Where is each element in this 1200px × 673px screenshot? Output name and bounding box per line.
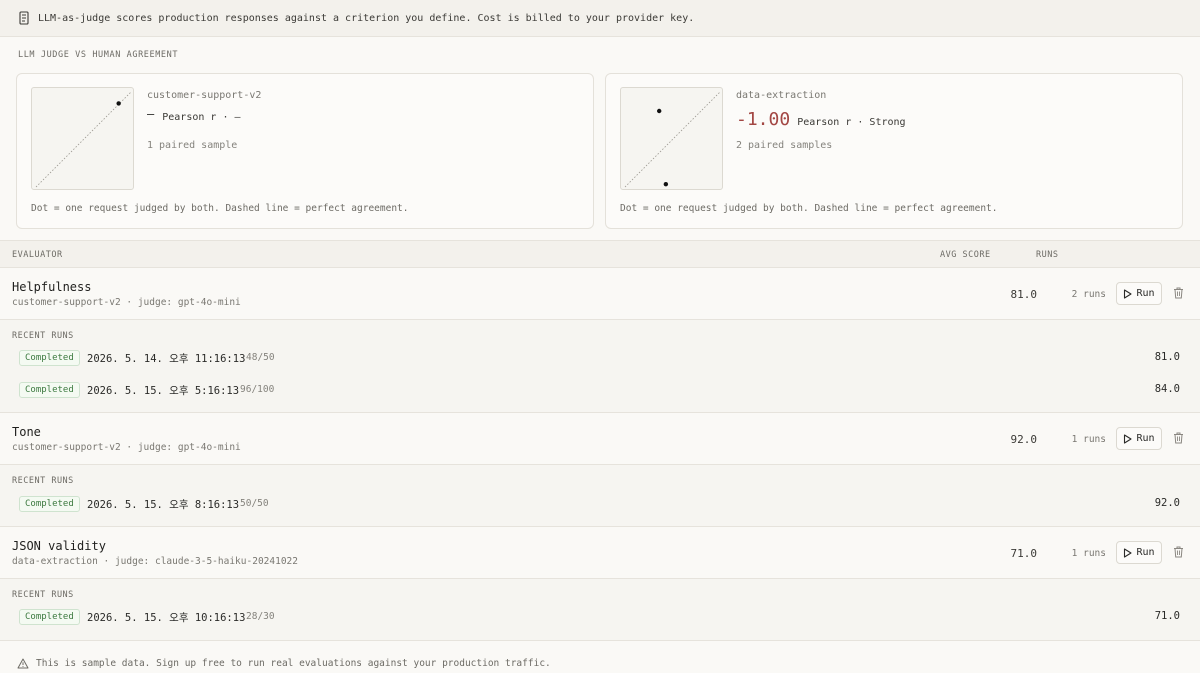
recent-runs-json-validity: RECENT RUNS Completed 2026. 5. 15. 오후 10… — [0, 579, 1200, 641]
perfect-agreement-line — [35, 91, 132, 188]
recent-runs-helpfulness: RECENT RUNS Completed 2026. 5. 14. 오후 11… — [0, 320, 1200, 413]
column-evaluator: EVALUATOR — [12, 250, 63, 260]
warning-icon — [17, 658, 29, 669]
banner-text: LLM-as-judge scores production responses… — [38, 12, 695, 24]
evaluator-table-header: EVALUATOR AVG SCORE RUNS — [0, 240, 1200, 268]
plot-caption: Dot = one request judged by both. Dashed… — [620, 203, 998, 214]
play-icon — [1123, 433, 1133, 444]
agreement-point — [657, 108, 662, 114]
run-date: 2026. 5. 15. 오후 5:16:13 — [87, 385, 240, 397]
scatter-svg — [35, 91, 132, 188]
run-date: 2026. 5. 14. 오후 11:16:13 — [87, 353, 246, 365]
footer-text: This is sample data. Sign up free to run… — [36, 657, 551, 669]
run-fraction: 50/50 — [240, 498, 269, 509]
status-badge: Completed — [19, 350, 80, 366]
run-button-label: Run — [1136, 433, 1155, 444]
avg-score: 71.0 — [1010, 547, 1038, 560]
recent-runs-label: RECENT RUNS — [12, 331, 74, 341]
evaluator-row-tone[interactable]: Tone customer-support-v2 · judge: gpt-4o… — [0, 413, 1200, 465]
evaluator-meta: customer-support-v2 · judge: gpt-4o-mini — [12, 297, 241, 308]
column-avg-score: AVG SCORE — [940, 250, 991, 260]
run-item[interactable]: Completed 2026. 5. 15. 오후 5:16:13 96/100… — [0, 380, 1200, 400]
status-badge: Completed — [19, 609, 80, 625]
status-badge: Completed — [19, 382, 80, 398]
paired-samples-count: 2 paired samples — [736, 140, 833, 151]
run-fraction: 28/30 — [246, 611, 275, 622]
run-button-label: Run — [1136, 547, 1155, 558]
perfect-agreement-line — [624, 91, 721, 188]
scatter-svg — [624, 91, 721, 188]
run-button-label: Run — [1136, 288, 1155, 299]
correlation-label: Pearson r · – — [162, 112, 241, 123]
run-fraction: 48/50 — [246, 352, 275, 363]
run-item[interactable]: Completed 2026. 5. 14. 오후 11:16:13 48/50… — [0, 348, 1200, 368]
play-icon — [1123, 547, 1133, 558]
correlation-row: — Pearson r · – — [147, 107, 241, 123]
agreement-scatter-plot — [31, 87, 134, 190]
card-evaluator-name: customer-support-v2 — [147, 90, 262, 101]
evaluator-name: JSON validity — [12, 539, 106, 553]
runs-count: 1 runs — [1071, 434, 1106, 445]
agreement-card-data-extraction: data-extraction -1.00 Pearson r · Strong… — [605, 73, 1183, 229]
run-button[interactable]: Run — [1116, 282, 1162, 305]
play-icon — [1123, 288, 1133, 299]
run-date: 2026. 5. 15. 오후 8:16:13 — [87, 499, 240, 511]
avg-score: 81.0 — [1010, 288, 1038, 301]
runs-count: 2 runs — [1071, 289, 1106, 300]
run-button[interactable]: Run — [1116, 541, 1162, 564]
run-item[interactable]: Completed 2026. 5. 15. 오후 8:16:13 50/50 … — [0, 494, 1200, 514]
correlation-row: -1.00 Pearson r · Strong — [736, 109, 906, 130]
recent-runs-label: RECENT RUNS — [12, 476, 74, 486]
agreement-point — [116, 101, 121, 106]
paired-samples-count: 1 paired sample — [147, 140, 238, 151]
trash-icon[interactable] — [1173, 546, 1184, 558]
status-badge: Completed — [19, 496, 80, 512]
avg-score: 92.0 — [1010, 433, 1038, 446]
column-runs: RUNS — [1036, 250, 1059, 260]
recent-runs-label: RECENT RUNS — [12, 590, 74, 600]
evaluator-meta: customer-support-v2 · judge: gpt-4o-mini — [12, 442, 241, 453]
run-date: 2026. 5. 15. 오후 10:16:13 — [87, 612, 246, 624]
correlation-label: Pearson r · Strong — [797, 117, 906, 128]
sample-data-notice: This is sample data. Sign up free to run… — [0, 653, 1200, 673]
agreement-scatter-plot — [620, 87, 723, 190]
info-banner: LLM-as-judge scores production responses… — [0, 0, 1200, 37]
evaluator-row-json-validity[interactable]: JSON validity data-extraction · judge: c… — [0, 527, 1200, 579]
run-score: 84.0 — [1154, 383, 1180, 395]
evaluator-meta: data-extraction · judge: claude-3-5-haik… — [12, 556, 298, 567]
correlation-value: — — [147, 107, 155, 121]
evaluator-row-helpfulness[interactable]: Helpfulness customer-support-v2 · judge:… — [0, 268, 1200, 320]
run-score: 92.0 — [1154, 497, 1180, 509]
trash-icon[interactable] — [1173, 287, 1184, 299]
correlation-value: -1.00 — [736, 109, 791, 130]
agreement-section-label: LLM JUDGE VS HUMAN AGREEMENT — [18, 50, 179, 60]
run-score: 71.0 — [1154, 610, 1180, 622]
agreement-point — [663, 181, 669, 187]
recent-runs-tone: RECENT RUNS Completed 2026. 5. 15. 오후 8:… — [0, 465, 1200, 527]
run-score: 81.0 — [1154, 351, 1180, 363]
run-button[interactable]: Run — [1116, 427, 1162, 450]
runs-count: 1 runs — [1071, 548, 1106, 559]
card-evaluator-name: data-extraction — [736, 90, 827, 101]
run-item[interactable]: Completed 2026. 5. 15. 오후 10:16:13 28/30… — [0, 607, 1200, 627]
evaluator-name: Helpfulness — [12, 280, 92, 294]
run-fraction: 96/100 — [240, 384, 275, 395]
agreement-card-customer-support: customer-support-v2 — Pearson r · – 1 pa… — [16, 73, 594, 229]
evaluator-name: Tone — [12, 425, 41, 439]
plot-caption: Dot = one request judged by both. Dashed… — [31, 203, 409, 214]
document-icon — [18, 11, 30, 25]
trash-icon[interactable] — [1173, 432, 1184, 444]
